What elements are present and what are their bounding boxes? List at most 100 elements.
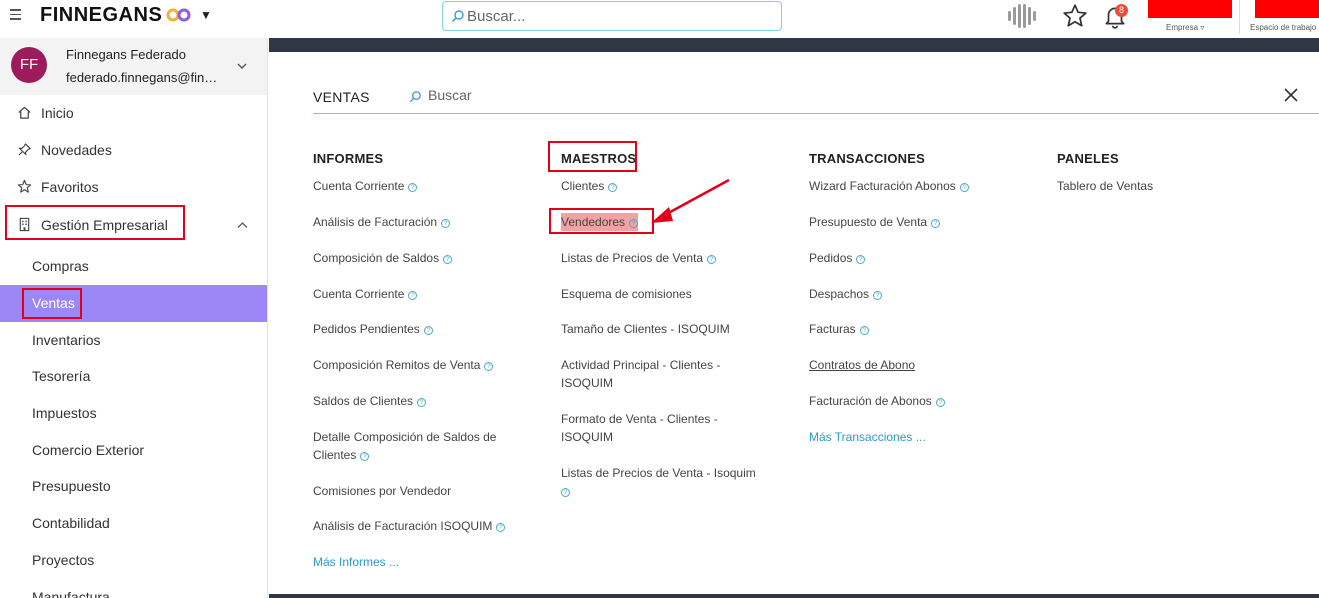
sidebar-item-label: Favoritos bbox=[41, 179, 99, 195]
workspace-label[interactable]: Espacio de trabajo bbox=[1250, 23, 1319, 32]
sidebar-subitem-manufactura[interactable]: Manufactura bbox=[0, 579, 267, 598]
menu-link-label: Esquema de comisiones bbox=[561, 287, 692, 301]
menu-link[interactable]: Saldos de Clientes? bbox=[313, 392, 427, 410]
menu-link[interactable]: Comisiones por Vendedor bbox=[313, 482, 451, 500]
menu-link-label: Pedidos Pendientes bbox=[313, 322, 420, 336]
menu-link[interactable]: Pedidos? bbox=[809, 249, 866, 267]
menu-link-label: Facturación de Abonos bbox=[809, 394, 932, 408]
sidebar-subitem-comercio-exterior[interactable]: Comercio Exterior bbox=[0, 432, 267, 469]
menu-link[interactable]: Facturas? bbox=[809, 320, 869, 338]
star-icon bbox=[17, 179, 32, 193]
help-icon[interactable]: ? bbox=[935, 398, 945, 407]
menu-link-label: Tamaño de Clientes - ISOQUIM bbox=[561, 322, 730, 336]
sidebar-item-novedades[interactable]: Novedades bbox=[0, 132, 267, 169]
menu-link[interactable]: Detalle Composición de Saldos de Cliente… bbox=[313, 428, 523, 464]
search-icon bbox=[452, 10, 464, 22]
menu-link[interactable]: Listas de Precios de Venta? bbox=[561, 249, 717, 267]
panel-search-input[interactable]: Buscar bbox=[428, 87, 472, 103]
menu-link[interactable]: Actividad Principal - Clientes - ISOQUIM bbox=[561, 356, 751, 392]
sidebar-subitem-presupuesto[interactable]: Presupuesto bbox=[0, 468, 267, 505]
menu-link-label: Pedidos bbox=[809, 251, 853, 265]
user-profile[interactable]: FF Finnegans Federado federado.finnegans… bbox=[0, 38, 267, 95]
help-icon[interactable]: ? bbox=[484, 362, 494, 371]
highlight-gestion-empresarial bbox=[5, 205, 185, 240]
more-transacciones-link[interactable]: Más Transacciones ... bbox=[809, 428, 926, 446]
chevron-down-icon[interactable] bbox=[236, 60, 248, 72]
menu-link[interactable]: Cuenta Corriente? bbox=[313, 177, 418, 195]
chevron-up-icon[interactable] bbox=[237, 221, 248, 229]
brand-logo[interactable]: FINNEGANS bbox=[40, 4, 162, 27]
brand-caret-icon[interactable]: ▼ bbox=[200, 8, 212, 22]
help-icon[interactable]: ? bbox=[707, 255, 717, 264]
help-icon[interactable]: ? bbox=[873, 291, 883, 300]
empresa-label[interactable]: Empresa ▿ bbox=[1166, 23, 1204, 32]
sidebar-subitem-compras[interactable]: Compras bbox=[0, 248, 267, 285]
menu-link[interactable]: Tamaño de Clientes - ISOQUIM bbox=[561, 320, 730, 338]
voice-assistant-icon[interactable] bbox=[1006, 2, 1038, 30]
help-icon[interactable]: ? bbox=[441, 219, 451, 228]
help-icon[interactable]: ? bbox=[859, 326, 869, 335]
menu-link[interactable]: Presupuesto de Venta? bbox=[809, 213, 941, 231]
help-icon[interactable]: ? bbox=[608, 183, 618, 192]
menu-link-label: Despachos bbox=[809, 287, 870, 301]
top-bar: FINNEGANS ▼ 8 Empresa ▿ Espacio de traba… bbox=[0, 0, 1319, 38]
help-icon[interactable]: ? bbox=[959, 183, 969, 192]
more-informes-link[interactable]: Más Informes ... bbox=[313, 553, 399, 571]
home-icon bbox=[18, 106, 31, 119]
menu-link-label: Detalle Composición de Saldos de Cliente… bbox=[313, 430, 497, 462]
panel-title: VENTAS bbox=[313, 89, 370, 105]
help-icon[interactable]: ? bbox=[408, 183, 418, 192]
menu-link-label: Clientes bbox=[561, 179, 605, 193]
search-icon bbox=[409, 91, 421, 103]
sidebar-subitem-impuestos[interactable]: Impuestos bbox=[0, 395, 267, 432]
sidebar-subitem-label: Contabilidad bbox=[32, 515, 110, 531]
sidebar-item-favoritos[interactable]: Favoritos bbox=[0, 169, 267, 206]
workspace-selector[interactable] bbox=[1255, 0, 1319, 18]
menu-link[interactable]: Wizard Facturación Abonos? bbox=[809, 177, 969, 195]
menu-link[interactable]: Cuenta Corriente? bbox=[313, 285, 418, 303]
menu-link[interactable]: Análisis de Facturación? bbox=[313, 213, 451, 231]
menu-link-label: Facturas bbox=[809, 322, 856, 336]
global-search[interactable] bbox=[442, 1, 782, 31]
help-icon[interactable]: ? bbox=[417, 398, 427, 407]
sidebar-item-inicio[interactable]: Inicio bbox=[0, 95, 267, 132]
help-icon[interactable]: ? bbox=[856, 255, 866, 264]
menu-link[interactable]: Facturación de Abonos? bbox=[809, 392, 945, 410]
menu-link[interactable]: Formato de Venta - Clientes - ISOQUIM bbox=[561, 410, 751, 446]
global-search-input[interactable] bbox=[467, 5, 767, 27]
menu-link[interactable]: Despachos? bbox=[809, 285, 883, 303]
menu-link[interactable]: Composición Remitos de Venta? bbox=[313, 356, 494, 374]
column-heading-informes: INFORMES bbox=[313, 151, 384, 166]
help-icon[interactable]: ? bbox=[423, 326, 433, 335]
menu-link[interactable]: Listas de Precios de Venta - Isoquim? bbox=[561, 464, 781, 500]
sidebar-subitem-proyectos[interactable]: Proyectos bbox=[0, 542, 267, 579]
favorites-star-icon[interactable] bbox=[1062, 3, 1088, 29]
menu-link[interactable]: Clientes? bbox=[561, 177, 618, 195]
help-icon[interactable]: ? bbox=[408, 291, 418, 300]
sidebar-subitem-contabilidad[interactable]: Contabilidad bbox=[0, 505, 267, 542]
sidebar-subitem-inventarios[interactable]: Inventarios bbox=[0, 322, 267, 359]
menu-link[interactable]: Composición de Saldos? bbox=[313, 249, 453, 267]
empresa-selector[interactable] bbox=[1148, 0, 1232, 18]
help-icon[interactable]: ? bbox=[561, 488, 570, 497]
menu-link[interactable]: Pedidos Pendientes? bbox=[313, 320, 433, 338]
sidebar-item-label: Novedades bbox=[41, 142, 112, 158]
help-icon[interactable]: ? bbox=[360, 452, 370, 461]
menu-link-label: Análisis de Facturación ISOQUIM bbox=[313, 519, 493, 533]
sidebar-subitem-label: Comercio Exterior bbox=[32, 442, 145, 458]
menu-link[interactable]: Contratos de Abono bbox=[809, 356, 915, 374]
menu-link-label: Listas de Precios de Venta - Isoquim bbox=[561, 466, 756, 480]
sidebar-subitem-tesoreria[interactable]: Tesorería bbox=[0, 358, 267, 395]
menu-link-label: Análisis de Facturación bbox=[313, 215, 438, 229]
menu-link[interactable]: Tablero de Ventas bbox=[1057, 177, 1153, 195]
help-icon[interactable]: ? bbox=[443, 255, 453, 264]
menu-link[interactable]: Esquema de comisiones bbox=[561, 285, 692, 303]
close-icon[interactable] bbox=[1283, 87, 1299, 103]
menu-link[interactable]: Análisis de Facturación ISOQUIM? bbox=[313, 517, 506, 535]
notification-count-badge: 8 bbox=[1115, 4, 1128, 17]
brand-mark-icon bbox=[166, 8, 191, 22]
help-icon[interactable]: ? bbox=[931, 219, 941, 228]
menu-icon[interactable] bbox=[10, 9, 24, 23]
highlight-maestros bbox=[548, 141, 637, 172]
help-icon[interactable]: ? bbox=[496, 523, 506, 532]
